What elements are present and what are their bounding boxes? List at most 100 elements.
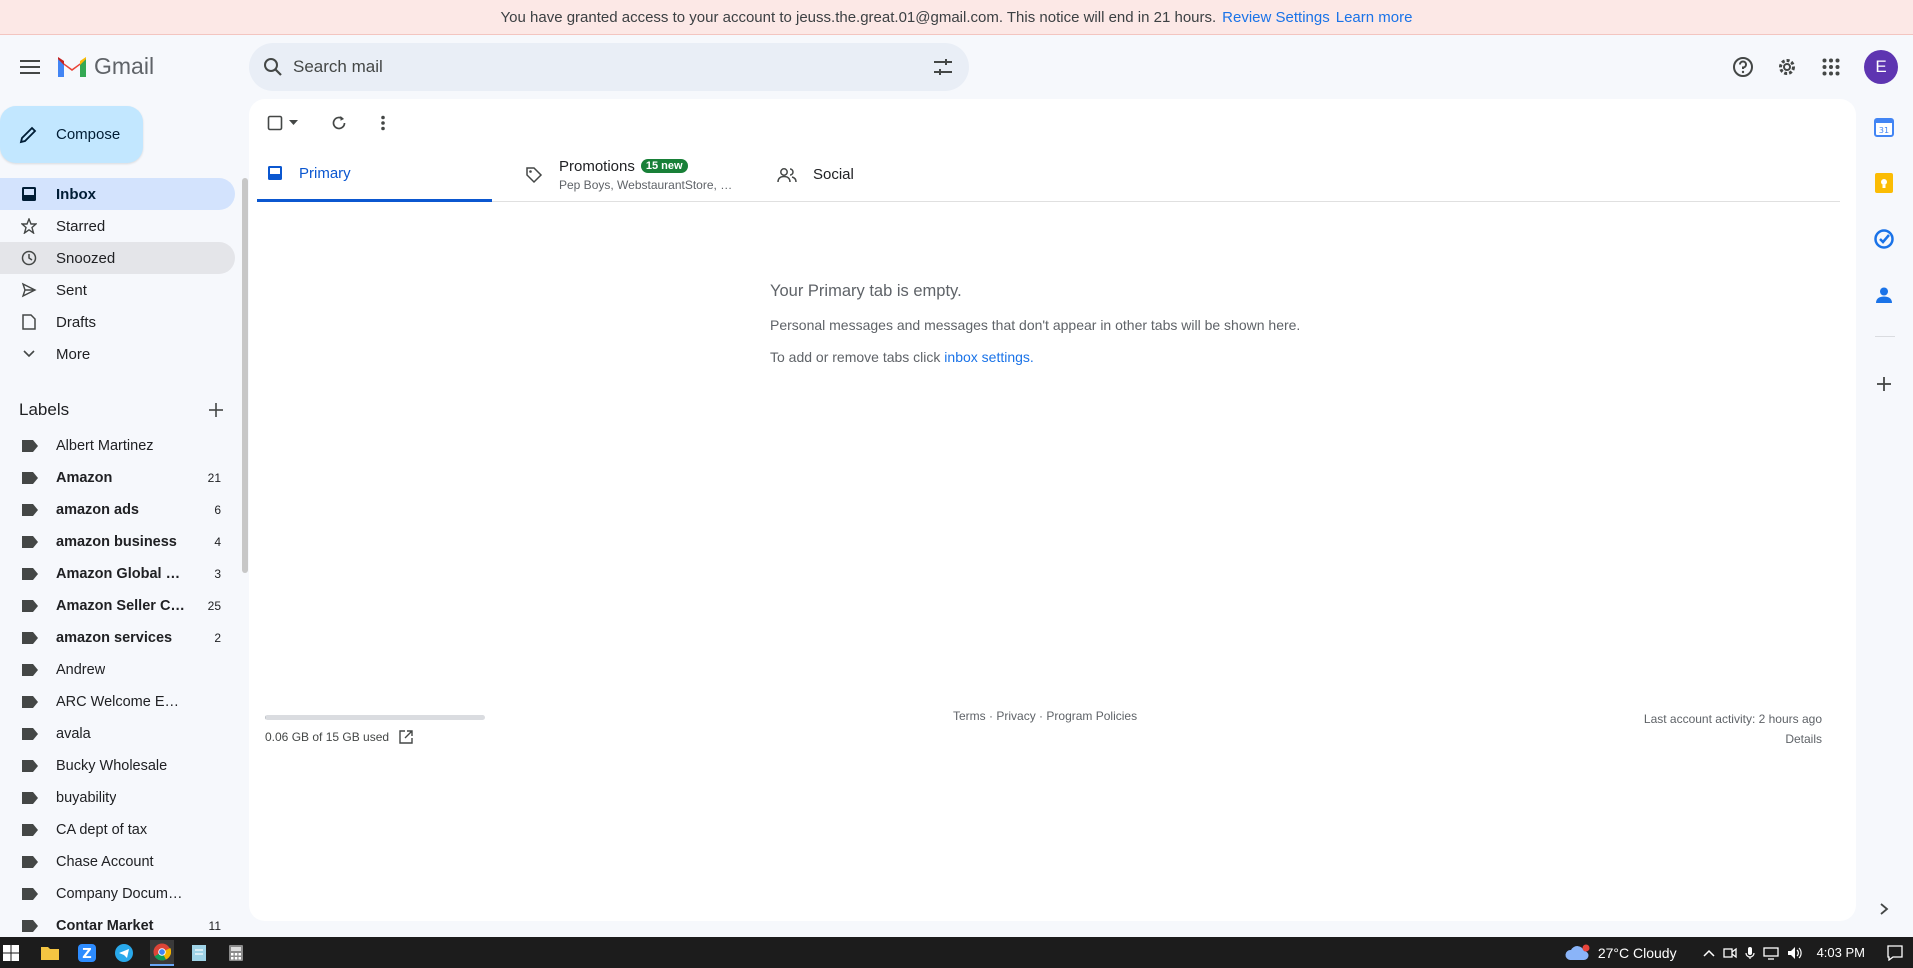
label-item[interactable]: Chase Account	[0, 846, 235, 878]
chevron-right-icon[interactable]	[1872, 897, 1896, 921]
tab-social[interactable]: Social	[767, 147, 967, 202]
notice-text: You have granted access to your account …	[500, 8, 1217, 26]
nav-label: Drafts	[56, 313, 97, 331]
calculator-icon[interactable]	[226, 943, 246, 963]
nav-item-drafts[interactable]: Drafts	[0, 306, 235, 338]
system-tray: 27°C Cloudy 4:03 PM	[1564, 937, 1913, 968]
storage-usage-fill	[265, 715, 267, 720]
label-tag-icon	[22, 504, 38, 516]
learn-more-link[interactable]: Learn more	[1336, 9, 1413, 26]
label-item[interactable]: Andrew	[0, 654, 235, 686]
weather-cloud-icon[interactable]	[1564, 944, 1590, 962]
app-name: Gmail	[94, 53, 155, 79]
compose-button[interactable]: Compose	[0, 106, 143, 163]
label-tag-icon	[22, 568, 38, 580]
label-tag-icon	[22, 536, 38, 548]
nav-scrollbar[interactable]	[242, 178, 248, 573]
meet-camera-icon[interactable]	[1722, 946, 1737, 960]
nav-item-starred[interactable]: Starred	[0, 210, 235, 242]
tasks-icon[interactable]	[1872, 227, 1896, 251]
google-apps-icon[interactable]	[1815, 51, 1847, 83]
labels-header: Labels	[19, 398, 224, 422]
contacts-icon[interactable]	[1872, 283, 1896, 307]
svg-text:Z: Z	[82, 947, 91, 962]
label-item[interactable]: buyability	[0, 782, 235, 814]
label-tag-icon	[22, 472, 38, 484]
empty-state-description: Personal messages and messages that don'…	[770, 317, 1301, 333]
keep-notes-icon[interactable]	[1872, 171, 1896, 195]
tag-icon	[525, 166, 543, 184]
select-all-checkbox[interactable]	[267, 115, 298, 131]
label-tag-icon	[22, 888, 38, 900]
mail-folder-nav: Inbox Starred Snoozed Sent Drafts More	[0, 178, 235, 370]
review-settings-link[interactable]: Review Settings	[1222, 9, 1330, 26]
tab-label: Promotions	[559, 157, 635, 175]
chevron-down-icon	[20, 349, 38, 359]
label-item[interactable]: amazon services 2	[0, 622, 235, 654]
more-options-icon[interactable]	[380, 115, 386, 131]
tab-primary[interactable]: Primary	[257, 147, 492, 202]
label-item[interactable]: ARC Welcome Emails	[0, 686, 235, 718]
activity-details-link[interactable]: Details	[1644, 729, 1822, 749]
privacy-link[interactable]: Privacy	[996, 709, 1035, 723]
labels-list: Albert Martinez Amazon 21 amazon ads 6 ama…	[0, 430, 235, 942]
caret-down-icon[interactable]	[289, 120, 298, 126]
compose-label: Compose	[56, 126, 121, 143]
weather-text[interactable]: 27°C Cloudy	[1598, 945, 1677, 961]
main-menu-icon[interactable]	[14, 51, 46, 83]
label-item[interactable]: Amazon Seller Ce... 25	[0, 590, 235, 622]
file-explorer-icon[interactable]	[40, 943, 60, 963]
account-avatar[interactable]: E	[1864, 50, 1898, 84]
nav-item-snoozed[interactable]: Snoozed	[0, 242, 235, 274]
external-link-icon[interactable]	[399, 730, 413, 744]
settings-gear-icon[interactable]	[1771, 51, 1803, 83]
label-item[interactable]: CA dept of tax	[0, 814, 235, 846]
get-addons-plus-icon[interactable]	[1872, 372, 1896, 396]
pencil-icon	[18, 125, 38, 145]
label-tag-icon	[22, 824, 38, 836]
program-policies-link[interactable]: Program Policies	[1046, 709, 1137, 723]
label-tag-icon	[22, 792, 38, 804]
chevron-up-icon[interactable]	[1703, 949, 1715, 957]
people-icon	[777, 167, 797, 183]
access-notice-banner: You have granted access to your account …	[0, 0, 1913, 35]
calendar-icon[interactable]: 31	[1872, 115, 1896, 139]
terms-link[interactable]: Terms	[953, 709, 986, 723]
telegram-icon[interactable]	[114, 943, 134, 963]
nav-item-more[interactable]: More	[0, 338, 235, 370]
label-item[interactable]: Company Documents	[0, 878, 235, 910]
nav-item-inbox[interactable]: Inbox	[0, 178, 235, 210]
clock-time[interactable]: 4:03 PM	[1817, 945, 1865, 960]
draft-file-icon	[20, 314, 38, 330]
zoom-app-icon[interactable]: Z	[77, 943, 97, 963]
search-bar[interactable]	[249, 43, 969, 91]
search-icon[interactable]	[261, 55, 285, 79]
label-item[interactable]: Albert Martinez	[0, 430, 235, 462]
side-panel-divider	[1875, 336, 1895, 337]
label-item[interactable]: Bucky Wholesale	[0, 750, 235, 782]
gmail-logo[interactable]: Gmail	[56, 53, 154, 80]
search-options-icon[interactable]	[931, 55, 955, 79]
label-item[interactable]: avala	[0, 718, 235, 750]
chrome-browser-icon[interactable]	[150, 940, 174, 966]
add-label-icon[interactable]	[208, 402, 224, 418]
network-icon[interactable]	[1762, 946, 1779, 960]
search-input[interactable]	[293, 43, 893, 91]
nav-item-sent[interactable]: Sent	[0, 274, 235, 306]
refresh-icon[interactable]	[330, 114, 348, 132]
inbox-settings-link[interactable]: inbox settings.	[944, 349, 1034, 365]
volume-icon[interactable]	[1787, 946, 1803, 960]
inbox-icon	[267, 165, 283, 181]
notification-center-icon[interactable]	[1887, 944, 1903, 961]
tab-promotions[interactable]: Promotions 15 new Pep Boys, WebstaurantS…	[515, 147, 745, 202]
label-item[interactable]: Amazon 21	[0, 462, 235, 494]
notepad-icon[interactable]	[189, 943, 209, 963]
storage-info: 0.06 GB of 15 GB used	[265, 730, 413, 744]
label-item[interactable]: amazon ads 6	[0, 494, 235, 526]
microphone-icon[interactable]	[1744, 946, 1755, 960]
help-icon[interactable]	[1727, 51, 1759, 83]
windows-start-icon[interactable]	[1, 943, 21, 963]
empty-state: Your Primary tab is empty. Personal mess…	[770, 282, 1300, 381]
label-item[interactable]: amazon business 4	[0, 526, 235, 558]
label-item[interactable]: Amazon Global Lo... 3	[0, 558, 235, 590]
